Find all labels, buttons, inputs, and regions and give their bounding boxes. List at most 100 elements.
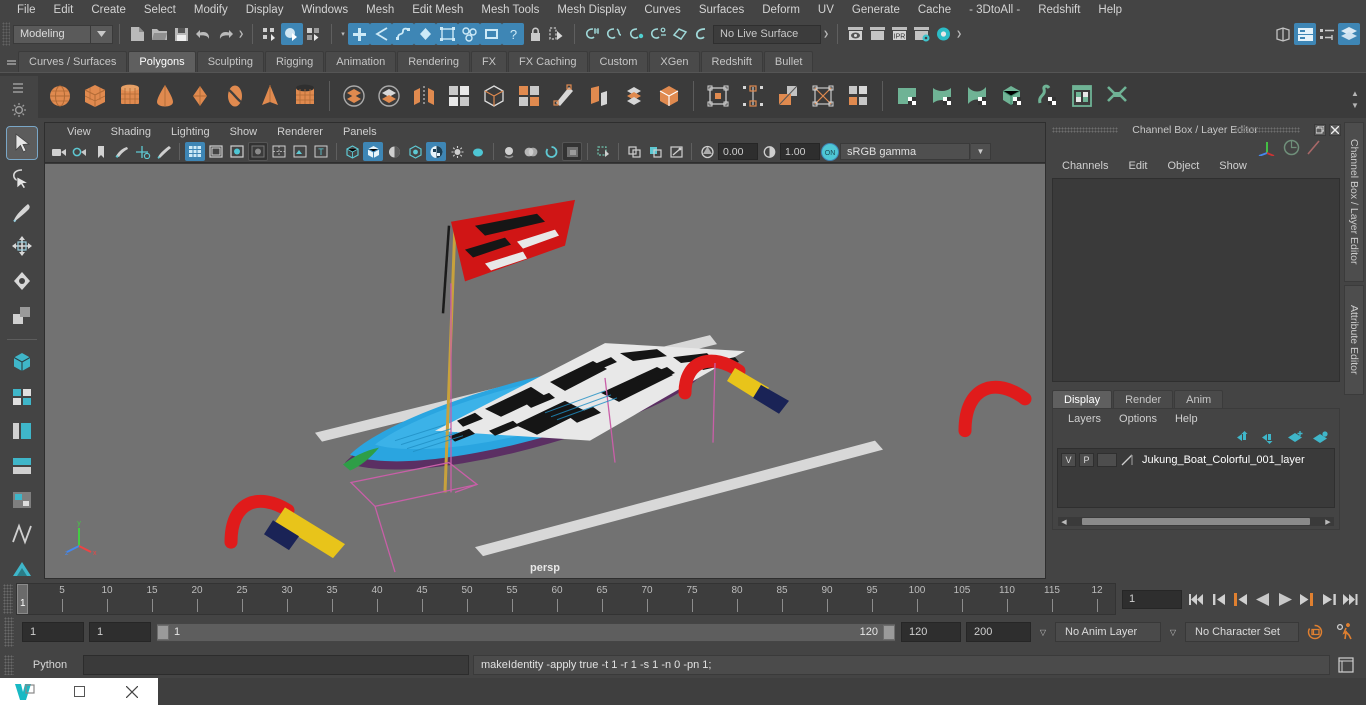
color-management-toggle-icon[interactable]: ON	[821, 142, 839, 161]
current-time-indicator[interactable]: 1	[17, 584, 28, 614]
display-layer-row[interactable]: V P Jukung_Boat_Colorful_001_layer	[1061, 452, 1331, 468]
save-scene-icon[interactable]	[170, 23, 192, 45]
move-tool-icon[interactable]	[7, 230, 37, 262]
close-icon[interactable]	[105, 678, 158, 705]
multi-cut-icon[interactable]	[548, 79, 580, 113]
color-management-field[interactable]: sRGB gamma	[840, 143, 970, 160]
boolean-union-icon[interactable]	[338, 79, 370, 113]
channel-box-menu-edit[interactable]: Edit	[1118, 160, 1157, 172]
ipr-render-icon[interactable]: IPR	[888, 23, 910, 45]
menu-help[interactable]: Help	[1089, 0, 1131, 20]
safe-title-icon[interactable]: T	[311, 142, 331, 161]
range-start-field[interactable]: 1	[89, 622, 151, 642]
camera-attributes-icon[interactable]	[70, 142, 90, 161]
axis-orientation-icon[interactable]	[1256, 138, 1278, 156]
snap-grid-icon[interactable]	[581, 23, 603, 45]
extrude-icon[interactable]	[583, 79, 615, 113]
select-by-object-type-icon[interactable]	[281, 23, 303, 45]
menu-deform[interactable]: Deform	[753, 0, 809, 20]
gamma-field[interactable]: 1.00	[780, 143, 820, 160]
layer-menu-options[interactable]: Options	[1110, 413, 1166, 425]
poly-torus-icon[interactable]	[184, 79, 216, 113]
lighting-icon[interactable]	[447, 142, 467, 161]
anim-layer-caret-icon[interactable]: ▽	[1036, 622, 1050, 642]
bevel-icon[interactable]	[618, 79, 650, 113]
select-tool-icon[interactable]	[6, 125, 38, 161]
layer-shading-toggle[interactable]	[1097, 453, 1117, 467]
snap-projected-center-icon[interactable]	[647, 23, 669, 45]
poly-plane-icon[interactable]	[219, 79, 251, 113]
layer-tab-anim[interactable]: Anim	[1174, 390, 1224, 408]
maya-app-icon[interactable]	[0, 678, 53, 705]
poly-cylinder-icon[interactable]	[114, 79, 146, 113]
mask-misc-icon[interactable]	[480, 23, 502, 45]
scrollbar-thumb[interactable]	[1082, 518, 1310, 525]
step-back-frame-icon[interactable]	[1232, 589, 1250, 609]
field-chart-icon[interactable]	[269, 142, 289, 161]
channel-box-menu-object[interactable]: Object	[1157, 160, 1209, 172]
range-slider-track[interactable]: 1 120	[156, 622, 896, 642]
shelf-tab-bullet[interactable]: Bullet	[763, 51, 814, 72]
persp-graph-layout-icon[interactable]	[7, 449, 37, 481]
bridge-icon[interactable]	[653, 79, 685, 113]
boolean-difference-icon[interactable]	[373, 79, 405, 113]
render-overflow-caret[interactable]: ❯	[954, 23, 964, 45]
single-perspective-layout-icon[interactable]	[7, 346, 37, 378]
menu-surfaces[interactable]: Surfaces	[690, 0, 753, 20]
mask-overflow-caret[interactable]: ▾	[338, 23, 348, 45]
mask-surface-icon[interactable]	[392, 23, 414, 45]
channel-box-list[interactable]	[1052, 178, 1340, 382]
viewport-3d-canvas[interactable]: y z x persp	[45, 164, 1045, 578]
menu-windows[interactable]: Windows	[292, 0, 357, 20]
view-transform-icon[interactable]	[666, 142, 686, 161]
step-forward-frame-icon[interactable]	[1298, 589, 1316, 609]
quad-draw-icon[interactable]	[513, 79, 545, 113]
select-by-hierarchy-icon[interactable]	[259, 23, 281, 45]
isolate-select-icon[interactable]	[562, 142, 582, 161]
step-forward-keyframe-icon[interactable]	[1320, 589, 1338, 609]
panel-split-icon[interactable]	[842, 79, 874, 113]
go-to-end-icon[interactable]	[1342, 589, 1360, 609]
auto-key-icon[interactable]	[1304, 622, 1328, 642]
shelf-tab-animation[interactable]: Animation	[325, 51, 397, 72]
menu-set-dropdown-arrow[interactable]	[91, 24, 113, 44]
poke-icon[interactable]	[807, 79, 839, 113]
layer-menu-help[interactable]: Help	[1166, 413, 1207, 425]
uv-spherical-icon[interactable]	[961, 79, 993, 113]
menu-edit-mesh[interactable]: Edit Mesh	[403, 0, 472, 20]
image-plane-icon[interactable]	[112, 142, 132, 161]
anim-end-field[interactable]: 200	[966, 622, 1031, 642]
shelf-tab-redshift[interactable]: Redshift	[700, 51, 763, 72]
shelf-tab-xgen[interactable]: XGen	[649, 51, 700, 72]
lasso-tool-icon[interactable]	[7, 161, 37, 193]
range-handle-left[interactable]	[157, 624, 169, 640]
shelf-scroll-down-icon[interactable]: ▼	[1351, 101, 1359, 110]
select-by-component-type-icon[interactable]	[303, 23, 325, 45]
xray-icon[interactable]	[593, 142, 613, 161]
menu-file[interactable]: File	[8, 0, 45, 20]
mask-help-icon[interactable]: ?	[502, 23, 524, 45]
layer-visibility-toggle[interactable]: V	[1061, 453, 1076, 467]
mask-curve-icon[interactable]	[370, 23, 392, 45]
shelf-grip[interactable]	[4, 50, 18, 72]
panel-close-icon[interactable]	[1329, 124, 1341, 136]
snap-view-plane-icon[interactable]	[669, 23, 691, 45]
mask-all-icon[interactable]	[348, 23, 370, 45]
gamma-icon[interactable]	[759, 142, 779, 161]
rotate-manip-icon[interactable]	[1283, 139, 1300, 156]
mask-deform-icon[interactable]	[414, 23, 436, 45]
smooth-icon[interactable]	[478, 79, 510, 113]
outliner-persp-layout-icon[interactable]	[7, 415, 37, 447]
two-d-pan-zoom-icon[interactable]	[133, 142, 153, 161]
uv-unfold-icon[interactable]	[1031, 79, 1063, 113]
layer-list-horizontal-scrollbar[interactable]: ◀ ▶	[1058, 517, 1334, 526]
exposure-field[interactable]: 0.00	[718, 143, 758, 160]
combine-icon[interactable]	[408, 79, 440, 113]
animation-preferences-icon[interactable]	[1333, 622, 1357, 642]
attribute-editor-icon[interactable]	[1294, 23, 1316, 45]
undo-overflow-caret[interactable]: ❯	[236, 23, 246, 45]
open-scene-icon[interactable]	[148, 23, 170, 45]
viewport-menu-renderer[interactable]: Renderer	[267, 123, 333, 141]
range-handle-right[interactable]	[883, 624, 895, 640]
uv-planar-icon[interactable]	[891, 79, 923, 113]
